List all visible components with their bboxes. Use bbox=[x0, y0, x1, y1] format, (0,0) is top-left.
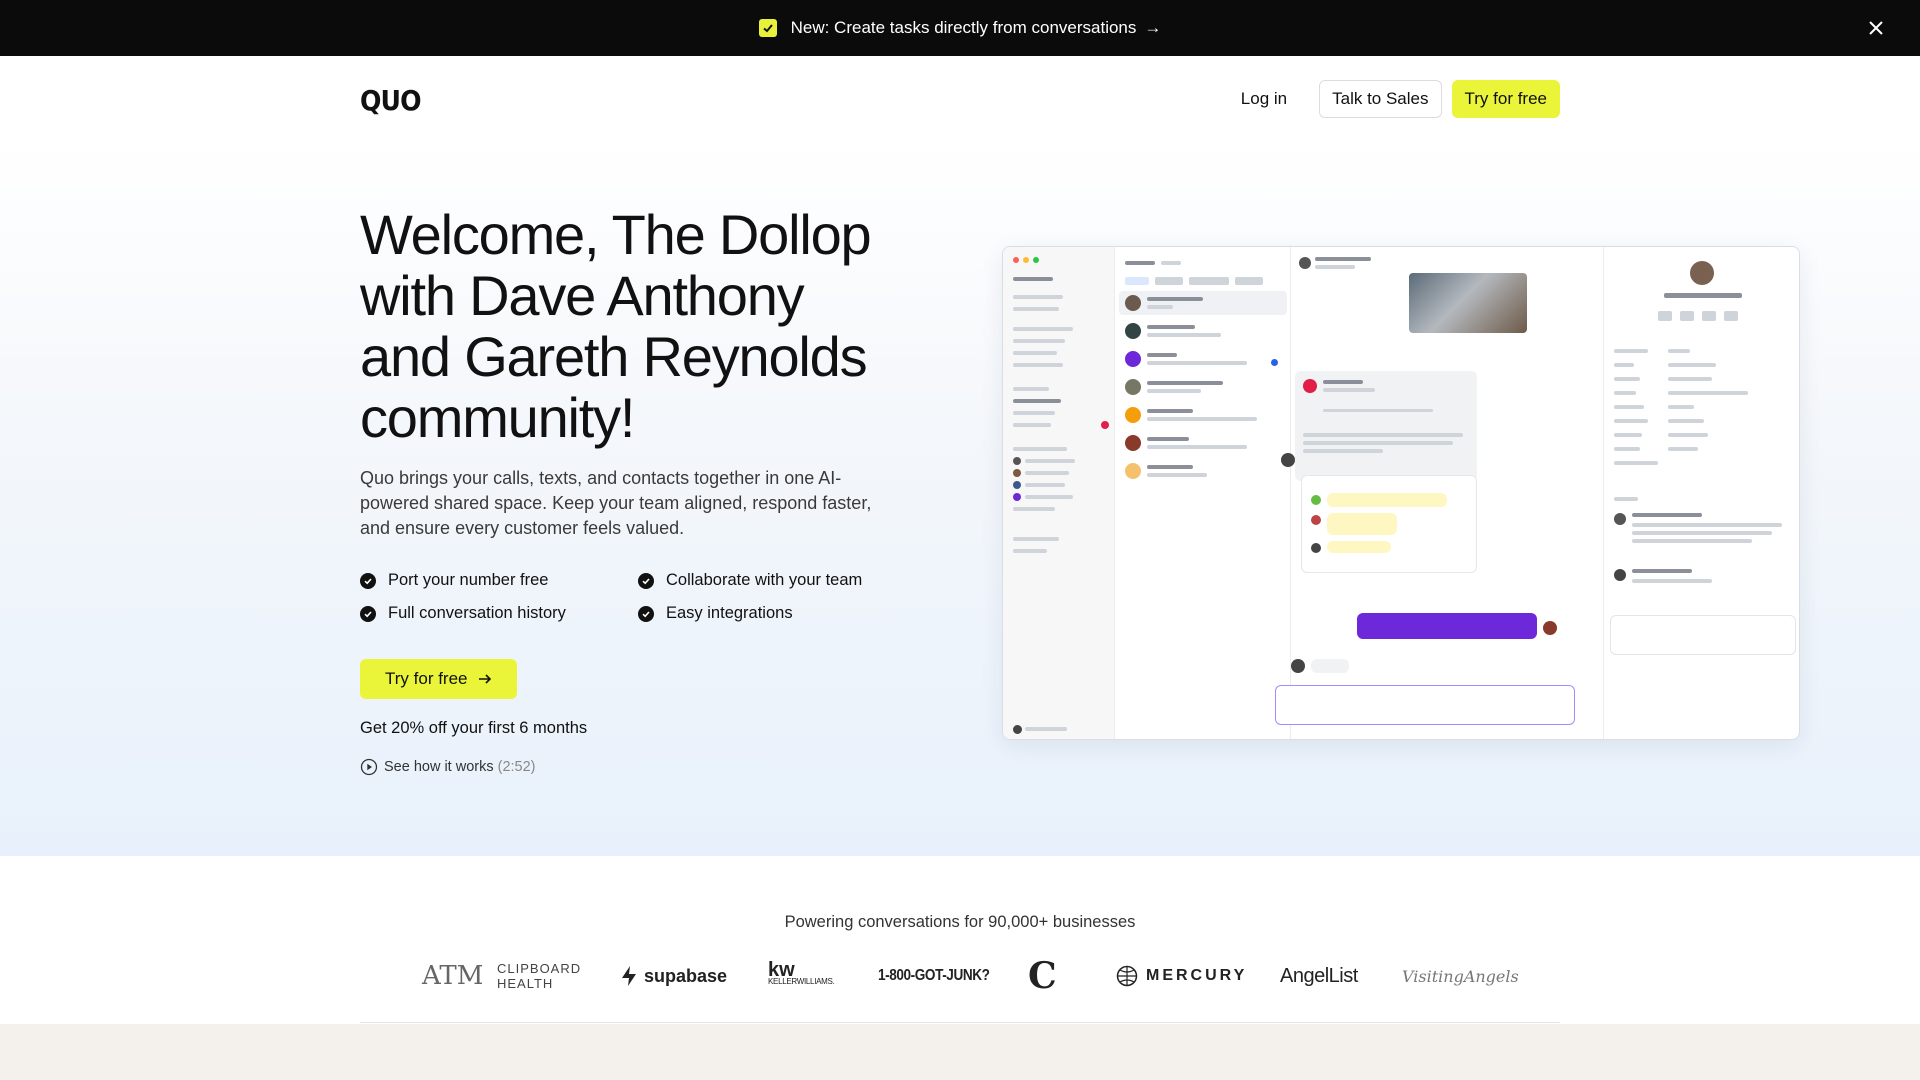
conversation-list bbox=[1115, 247, 1291, 739]
customer-logos: ATM CLIPBOARD HEALTH supabase kw KELLERW… bbox=[360, 955, 1560, 997]
header-nav: Log in Talk to Sales Try for free bbox=[1219, 80, 1560, 118]
mercury-globe-icon bbox=[1116, 965, 1138, 987]
mercury-logo: MERCURY bbox=[1116, 956, 1247, 996]
try-for-free-button[interactable]: Try for free bbox=[1451, 80, 1560, 118]
feature-label: Collaborate with your team bbox=[666, 571, 863, 589]
got-junk-logo: 1-800-GOT-JUNK? bbox=[878, 967, 990, 984]
feature-item: Easy integrations bbox=[638, 604, 900, 623]
visiting-angels-logo: VisitingAngels bbox=[1402, 966, 1519, 986]
feature-label: Easy integrations bbox=[666, 604, 793, 622]
login-link[interactable]: Log in bbox=[1219, 89, 1309, 109]
logos-heading: Powering conversations for 90,000+ busin… bbox=[784, 913, 1136, 931]
feature-list: Port your number free Collaborate with y… bbox=[360, 571, 900, 623]
window-controls bbox=[1013, 257, 1039, 263]
see-how-it-works-link[interactable]: See how it works (2:52) bbox=[360, 758, 900, 776]
section-divider bbox=[360, 1022, 1560, 1023]
talk-to-sales-button[interactable]: Talk to Sales bbox=[1319, 80, 1442, 118]
feature-label: Port your number free bbox=[388, 571, 549, 589]
video-duration: (2:52) bbox=[497, 759, 536, 775]
clipboard-health-logo: CLIPBOARD HEALTH bbox=[497, 961, 582, 991]
quo-logo[interactable]: QUO bbox=[360, 84, 422, 117]
texas-am-logo: ATM bbox=[422, 961, 484, 991]
angellist-logo: AngelList bbox=[1280, 964, 1358, 987]
contact-profile-panel bbox=[1603, 247, 1799, 739]
supabase-bolt-icon bbox=[622, 966, 636, 986]
cta-label: Try for free bbox=[385, 669, 468, 688]
check-circle-icon bbox=[638, 572, 654, 589]
announcement-text[interactable]: New: Create tasks directly from conversa… bbox=[791, 18, 1137, 38]
play-circle-icon bbox=[360, 758, 378, 776]
checkbox-icon bbox=[758, 19, 777, 37]
check-circle-icon bbox=[360, 572, 376, 589]
next-section bbox=[0, 1024, 1920, 1080]
arrow-right-icon: → bbox=[1144, 18, 1162, 37]
discount-text: Get 20% off your first 6 months bbox=[360, 719, 588, 737]
arrow-right-icon bbox=[478, 674, 491, 684]
announcement-bar[interactable]: New: Create tasks directly from conversa… bbox=[0, 0, 1920, 56]
supabase-logo: supabase bbox=[620, 956, 727, 996]
site-header: QUO Log in Talk to Sales Try for free bbox=[0, 56, 1920, 140]
page-title: Welcome, The Dollop with Dave Anthony an… bbox=[360, 203, 872, 449]
feature-item: Full conversation history bbox=[360, 604, 638, 623]
feature-item: Collaborate with your team bbox=[638, 571, 900, 590]
chicago-bears-logo: C bbox=[1028, 955, 1057, 997]
feature-label: Full conversation history bbox=[388, 604, 566, 622]
hero-try-for-free-button[interactable]: Try for free bbox=[360, 659, 517, 699]
hero-section: Welcome, The Dollop with Dave Anthony an… bbox=[0, 140, 1920, 856]
hero-subtitle: Quo brings your calls, texts, and contac… bbox=[360, 468, 872, 538]
keller-williams-logo: kw KELLERWILLIAMS. bbox=[768, 959, 835, 986]
check-circle-icon bbox=[638, 605, 654, 622]
app-sidebar bbox=[1003, 247, 1115, 739]
hero-content: Welcome, The Dollop with Dave Anthony an… bbox=[360, 204, 900, 776]
feature-item: Port your number free bbox=[360, 571, 638, 590]
product-screenshot bbox=[1002, 246, 1800, 740]
watch-label: See how it works bbox=[384, 759, 494, 775]
check-circle-icon bbox=[360, 605, 376, 622]
chat-thread bbox=[1275, 247, 1603, 739]
close-icon[interactable] bbox=[1864, 16, 1888, 40]
